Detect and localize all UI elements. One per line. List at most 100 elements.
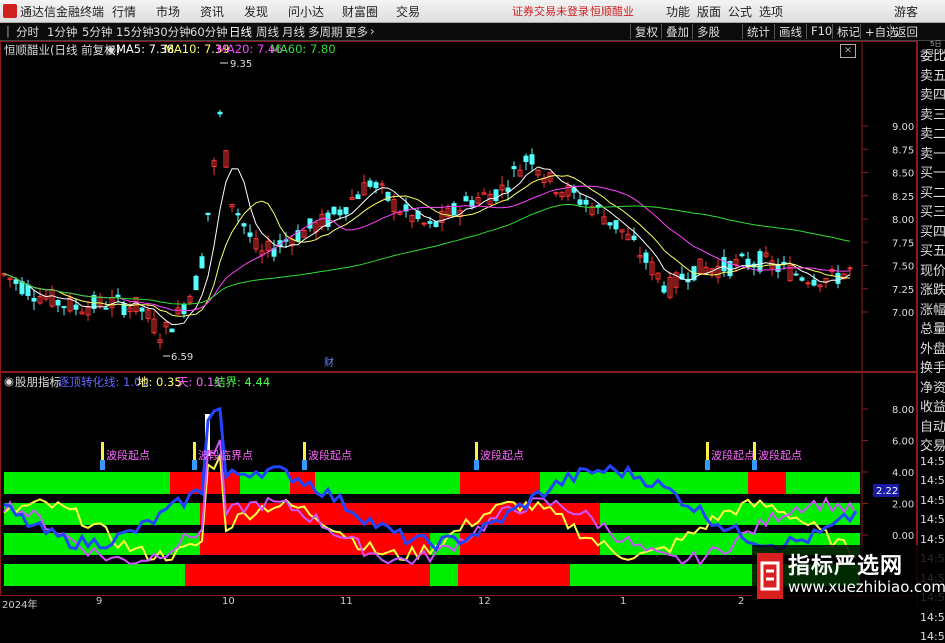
toolbar-stats-button[interactable]: 统计 xyxy=(742,24,774,39)
candle-body xyxy=(385,191,391,201)
sidebar-item[interactable]: 卖三 xyxy=(920,104,945,123)
menu-item-trade[interactable]: 交易 xyxy=(396,3,420,20)
menu-item-discover[interactable]: 发现 xyxy=(244,3,268,20)
date-label-sep: 9 xyxy=(96,596,103,607)
indicator-y-tick: 4.00 xyxy=(892,468,914,479)
chart-settings-icon[interactable]: ◉ xyxy=(106,42,116,56)
candle-body xyxy=(343,207,349,215)
sidebar-item[interactable]: 卖五 xyxy=(920,65,945,84)
y-tick-label: 7.50 xyxy=(892,262,914,273)
high-price-label: 9.35 xyxy=(230,59,252,70)
menu-item-market[interactable]: 市场 xyxy=(156,3,180,20)
sidebar-item[interactable]: 涨跌 xyxy=(920,279,945,298)
sidebar-item[interactable]: 买三 xyxy=(920,201,945,220)
guest-user[interactable]: 游客 xyxy=(894,3,918,20)
collapse-icon[interactable]: | xyxy=(6,24,10,38)
candle-body xyxy=(643,252,649,263)
candle-body xyxy=(607,222,613,226)
period-tab-daily[interactable]: 日线 xyxy=(229,24,252,40)
period-tab-5min[interactable]: 5分钟 xyxy=(82,24,112,40)
period-tab-multi[interactable]: 多周期 xyxy=(308,24,343,40)
sidebar-item[interactable]: 14:56 xyxy=(920,494,945,507)
candle-body xyxy=(427,221,433,224)
candle-body xyxy=(241,223,247,227)
period-tab-60min[interactable]: 60分钟 xyxy=(190,24,228,40)
toolbar-multistock-button[interactable]: 多股 xyxy=(692,24,724,39)
date-label-oct: 10 xyxy=(222,596,235,607)
sidebar-item[interactable]: 收益 xyxy=(920,396,945,415)
toolbar-adjust-button[interactable]: 复权 xyxy=(630,24,662,39)
login-warning[interactable]: 证券交易未登录 xyxy=(512,3,589,19)
toolbar-draw-button[interactable]: 画线 xyxy=(774,24,806,39)
menu-item-quotes[interactable]: 行情 xyxy=(112,3,136,20)
sidebar-item[interactable]: 委比 xyxy=(920,45,945,64)
indicator-settings-icon[interactable]: ◉ xyxy=(4,374,14,388)
toolbar-overlay-button[interactable]: 叠加 xyxy=(661,24,693,39)
sidebar-item[interactable]: 交易 xyxy=(920,435,945,454)
app-logo-icon xyxy=(3,4,17,18)
top-menu-bar: 通达信金融终端 行情 市场 资讯 发现 问小达 财富圈 交易 证券交易未登录 恒… xyxy=(0,0,945,23)
sidebar-item[interactable]: 买一 xyxy=(920,162,945,181)
indicator-y-tick: 2.00 xyxy=(892,500,914,511)
period-tab-1min[interactable]: 1分钟 xyxy=(47,24,77,40)
candle-body xyxy=(835,272,841,284)
chart-close-icon[interactable]: ✕ xyxy=(840,44,856,58)
menu-item-wealth[interactable]: 财富圈 xyxy=(342,3,378,20)
finance-marker[interactable]: 财 xyxy=(324,356,334,369)
sidebar-item[interactable]: 涨幅 xyxy=(920,299,945,318)
chevron-right-icon[interactable]: › xyxy=(370,24,375,38)
signal-band-red xyxy=(460,472,540,494)
indicator-name[interactable]: 股朋指标 xyxy=(15,374,61,390)
sidebar-item[interactable]: 14:56 xyxy=(920,630,945,643)
toolbar-back-button[interactable]: 返回 xyxy=(890,24,922,39)
chart-title: 恒顺醋业(日线 前复权) xyxy=(4,43,121,57)
quote-sidebar: 5日 1000委比卖五卖四卖三卖二卖一买一买二买三买四买五现价涨跌涨幅总量外盘换… xyxy=(917,40,945,643)
indicator-y-tick: 0.00 xyxy=(892,531,914,542)
sidebar-item[interactable]: 14:56 xyxy=(920,513,945,526)
app-title: 通达信金融终端 xyxy=(20,5,105,19)
candle-body xyxy=(661,285,667,293)
sidebar-item[interactable]: 总量 xyxy=(920,318,945,337)
candle-body xyxy=(31,297,37,302)
sidebar-item[interactable]: 买二 xyxy=(920,182,945,201)
sidebar-item[interactable]: 卖二 xyxy=(920,123,945,142)
menu-item-layout[interactable]: 版面 xyxy=(697,3,721,20)
menu-item-ask[interactable]: 问小达 xyxy=(288,3,324,20)
sidebar-item[interactable]: 净资 xyxy=(920,377,945,396)
period-toolbar: | 分时 1分钟 5分钟 15分钟 30分钟 60分钟 日线 周线 月线 多周期… xyxy=(0,23,945,41)
period-tab-more[interactable]: 更多 xyxy=(345,24,368,40)
indicator-field-line: 逐顶转化线: 1.00 xyxy=(58,375,149,389)
candle-body xyxy=(367,180,373,187)
sidebar-item[interactable]: 换手 xyxy=(920,357,945,376)
period-tab-intraday[interactable]: 分时 xyxy=(16,24,39,40)
sidebar-item[interactable]: 自动 xyxy=(920,416,945,435)
candle-body xyxy=(583,199,589,205)
sidebar-item[interactable]: 外盘 xyxy=(920,338,945,357)
candle-body xyxy=(505,187,511,192)
sidebar-item[interactable]: 买五 xyxy=(920,240,945,259)
candle-body xyxy=(739,253,745,257)
sidebar-item[interactable]: 卖一 xyxy=(920,143,945,162)
period-tab-15min[interactable]: 15分钟 xyxy=(116,24,154,40)
sidebar-item[interactable]: 14:56 xyxy=(920,533,945,546)
y-tick-label: 8.00 xyxy=(892,215,914,226)
menu-item-formula[interactable]: 公式 xyxy=(728,3,752,20)
period-tab-weekly[interactable]: 周线 xyxy=(256,24,279,40)
menu-item-options[interactable]: 选项 xyxy=(759,3,783,20)
sidebar-item[interactable]: 14:56 xyxy=(920,455,945,468)
y-tick-label: 8.75 xyxy=(892,145,914,156)
sidebar-item[interactable]: 14:56 xyxy=(920,611,945,624)
menu-item-news[interactable]: 资讯 xyxy=(200,3,224,20)
site-watermark: 指标严选网 www.xuezhibiao.com xyxy=(752,545,945,609)
y-tick-label: 9.00 xyxy=(892,122,914,133)
sidebar-item[interactable]: 14:56 xyxy=(920,474,945,487)
candle-body xyxy=(331,206,337,215)
candlestick-chart[interactable]: 9.00 8.75 8.50 8.25 8.00 7.75 7.50 7.25 7.00 9.3… xyxy=(0,41,917,372)
sidebar-item[interactable]: 买四 xyxy=(920,221,945,240)
period-tab-30min[interactable]: 30分钟 xyxy=(153,24,191,40)
candle-body xyxy=(775,265,781,272)
menu-item-function[interactable]: 功能 xyxy=(666,3,690,20)
period-tab-monthly[interactable]: 月线 xyxy=(282,24,305,40)
sidebar-item[interactable]: 卖四 xyxy=(920,84,945,103)
sidebar-item[interactable]: 现价 xyxy=(920,260,945,279)
